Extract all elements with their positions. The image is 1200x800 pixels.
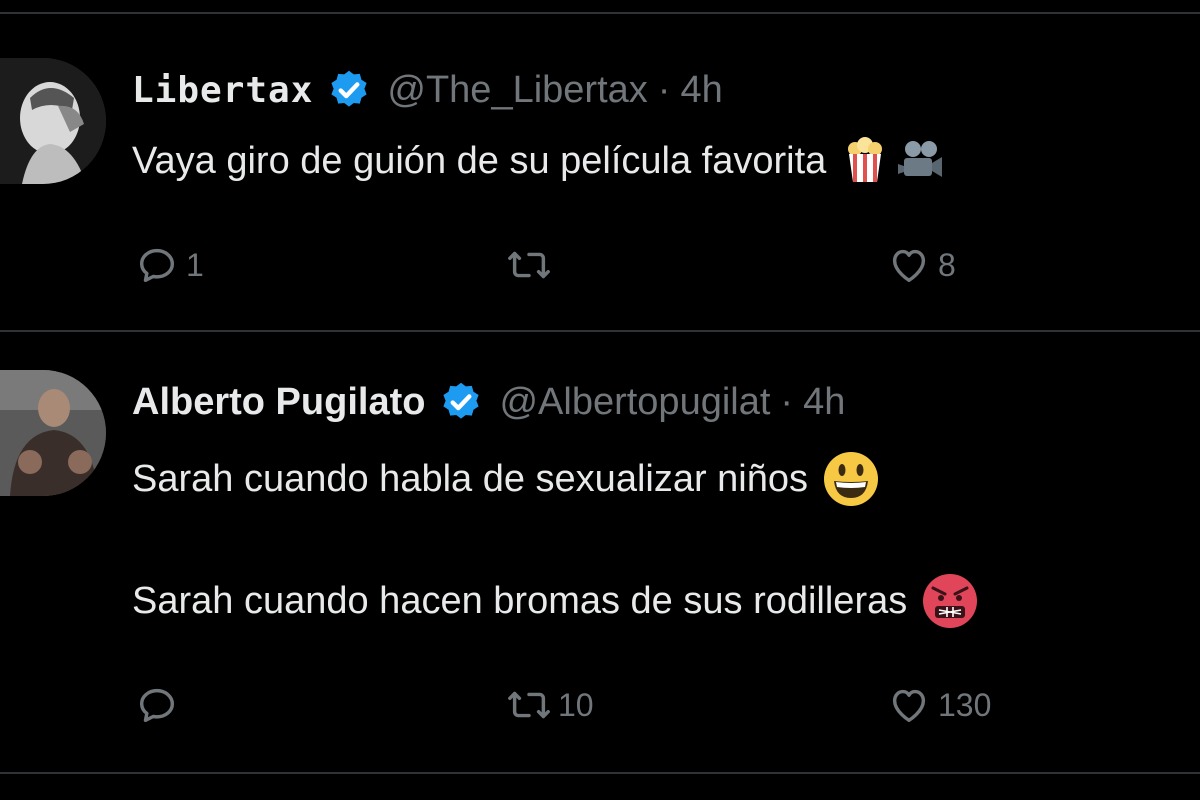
tweet-text-line-2: Sarah cuando hacen bromas de sus rodille… bbox=[132, 579, 908, 622]
tweet-libertax[interactable]: Libertax @The_Libertax · 4h Vaya giro de… bbox=[0, 14, 1200, 330]
tweet-text-line-1-row: Sarah cuando habla de sexualizar niños bbox=[132, 450, 880, 508]
verified-badge-icon[interactable] bbox=[439, 380, 483, 424]
like-button[interactable]: 130 bbox=[886, 682, 991, 728]
tweet-alberto-pugilato[interactable]: Alberto Pugilato @Albertopugilat · 4h Sa… bbox=[0, 332, 1200, 772]
reply-button[interactable]: 1 bbox=[134, 242, 204, 288]
popcorn-icon bbox=[848, 137, 883, 182]
reply-icon bbox=[139, 688, 175, 723]
reply-button[interactable] bbox=[134, 682, 186, 728]
bottom-divider bbox=[0, 772, 1200, 774]
reply-count: 1 bbox=[186, 246, 204, 283]
display-name[interactable]: Alberto Pugilato bbox=[132, 381, 425, 424]
tweet-text-line-2-row: Sarah cuando hacen bromas de sus rodille… bbox=[132, 572, 979, 630]
reply-icon bbox=[139, 248, 175, 283]
retweet-button[interactable]: 10 bbox=[506, 682, 594, 728]
retweet-icon bbox=[508, 691, 550, 719]
angry-face-icon bbox=[923, 574, 978, 628]
grinning-face-icon bbox=[824, 452, 879, 506]
heart-icon bbox=[892, 689, 926, 723]
like-count: 8 bbox=[938, 246, 956, 283]
avatar-portrait-icon bbox=[0, 370, 106, 496]
avatar[interactable] bbox=[0, 370, 106, 496]
display-name[interactable]: Libertax bbox=[132, 70, 313, 111]
separator-dot: · bbox=[657, 68, 671, 111]
movie-camera-icon bbox=[898, 141, 943, 177]
user-handle[interactable]: @The_Libertax bbox=[387, 69, 647, 112]
retweet-count: 10 bbox=[558, 686, 594, 723]
like-count: 130 bbox=[938, 686, 992, 723]
verified-badge-icon[interactable] bbox=[327, 68, 371, 112]
tweet-text-row: Vaya giro de guión de su película favori… bbox=[132, 136, 946, 186]
tweet-text-line-1: Sarah cuando habla de sexualizar niños bbox=[132, 457, 809, 500]
user-handle[interactable]: @Albertopugilat bbox=[499, 381, 770, 424]
timestamp[interactable]: 4h bbox=[803, 381, 845, 424]
timestamp[interactable]: 4h bbox=[680, 69, 722, 112]
separator-dot: · bbox=[780, 380, 794, 423]
tweet-text: Vaya giro de guión de su película favori… bbox=[132, 139, 827, 182]
heart-icon bbox=[892, 249, 926, 283]
retweet-icon bbox=[508, 251, 550, 279]
like-button[interactable]: 8 bbox=[886, 242, 956, 288]
avatar[interactable] bbox=[0, 58, 106, 184]
avatar-portrait-icon bbox=[0, 58, 106, 184]
retweet-button[interactable] bbox=[506, 242, 558, 288]
